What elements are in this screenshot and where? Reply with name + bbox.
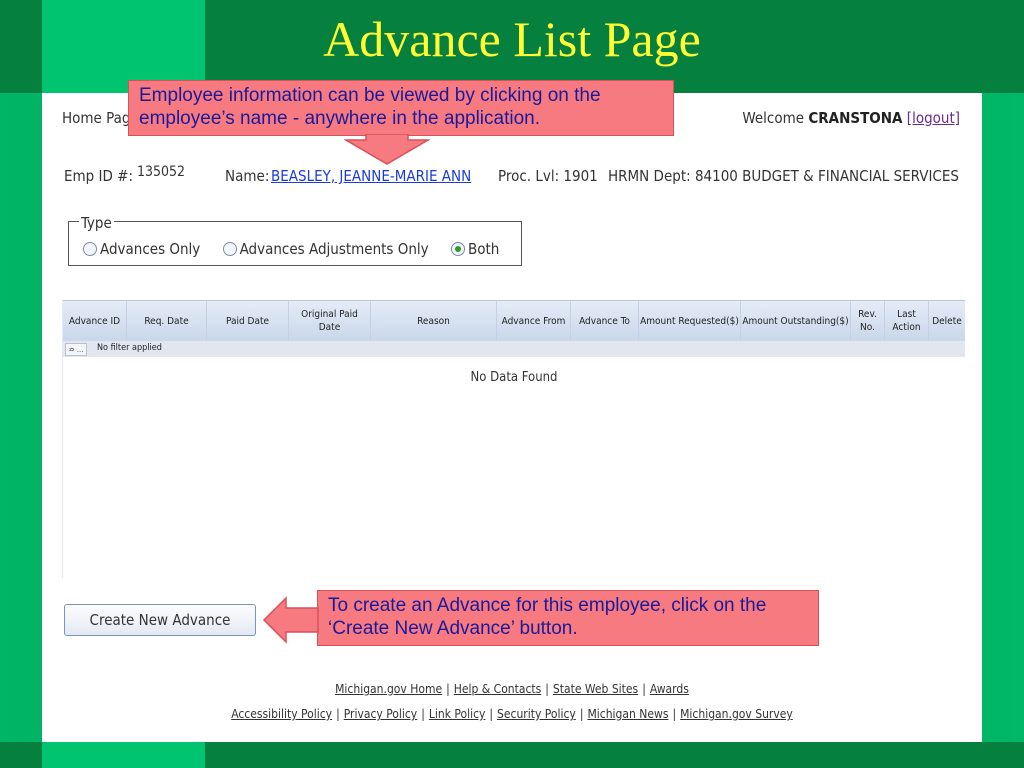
- callout-arrow-down-icon: [344, 134, 430, 165]
- radio-button-selected-icon[interactable]: [450, 242, 465, 256]
- hrmn-dept: HRMN Dept: 84100 BUDGET & FINANCIAL SERV…: [608, 167, 959, 185]
- filter-status: No filter applied: [97, 343, 162, 353]
- filter-icon[interactable]: ⇏ ...: [65, 343, 87, 356]
- slide-band-accent-bottom: [42, 742, 205, 768]
- footer-link-michigan-home[interactable]: Michigan.gov Home: [335, 682, 442, 696]
- column-header-amount-outstanding[interactable]: Amount Outstanding($): [741, 301, 851, 341]
- username: CRANSTONA: [808, 109, 903, 127]
- callout-arrow-left-icon: [262, 596, 319, 644]
- column-header-delete[interactable]: Delete: [929, 301, 965, 341]
- footer-link-accessibility[interactable]: Accessibility Policy: [231, 707, 332, 721]
- radio-advances-only[interactable]: Advances Only: [83, 240, 200, 258]
- footer-link-state-web-sites[interactable]: State Web Sites: [553, 682, 638, 696]
- proc-level: Proc. Lvl: 1901: [498, 167, 598, 185]
- logout-link[interactable]: [logout]: [907, 109, 960, 127]
- emp-id-label: Emp ID #:: [64, 167, 134, 185]
- column-header-amount-requested[interactable]: Amount Requested($): [639, 301, 741, 341]
- footer-link-privacy[interactable]: Privacy Policy: [344, 707, 418, 721]
- callout-create-advance: To create an Advance for this employee, …: [317, 590, 819, 646]
- column-header-advance-from[interactable]: Advance From: [497, 301, 571, 341]
- column-header-rev-no[interactable]: Rev. No.: [851, 301, 885, 341]
- footer-link-survey[interactable]: Michigan.gov Survey: [680, 707, 793, 721]
- welcome-text: Welcome: [742, 109, 805, 127]
- footer-links-row1: Michigan.gov Home | Help & Contacts | State …: [335, 682, 689, 696]
- type-radio-group: Advances Only Advances Adjustments Only …: [83, 240, 517, 260]
- footer-link-link-policy[interactable]: Link Policy: [429, 707, 486, 721]
- emp-id-value: 135052: [137, 164, 186, 180]
- radio-label: Advances Adjustments Only: [239, 240, 429, 258]
- column-header-paid-date[interactable]: Paid Date: [207, 301, 289, 341]
- welcome-block: Welcome CRANSTONA [logout]: [742, 109, 960, 127]
- grid-filter-row: ⇏ ... No filter applied: [63, 341, 965, 357]
- grid-header: Advance ID Req. Date Paid Date Original …: [63, 300, 965, 341]
- name-label: Name:: [225, 167, 270, 185]
- radio-label: Both: [467, 240, 500, 258]
- column-header-original-paid-date[interactable]: Original Paid Date: [289, 301, 371, 341]
- advances-grid: Advance ID Req. Date Paid Date Original …: [62, 300, 965, 578]
- create-new-advance-button[interactable]: Create New Advance: [64, 604, 256, 636]
- footer-link-awards[interactable]: Awards: [650, 682, 689, 696]
- column-header-advance-to[interactable]: Advance To: [571, 301, 639, 341]
- radio-both[interactable]: Both: [450, 240, 500, 258]
- footer-link-help-contacts[interactable]: Help & Contacts: [454, 682, 542, 696]
- radio-advances-adjustments-only[interactable]: Advances Adjustments Only: [222, 240, 429, 258]
- footer-link-michigan-news[interactable]: Michigan News: [587, 707, 668, 721]
- type-legend: Type: [79, 214, 114, 232]
- employee-name-link[interactable]: BEASLEY, JEANNE-MARIE ANN: [271, 167, 471, 185]
- slide-title: Advance List Page: [323, 11, 701, 67]
- radio-button-icon[interactable]: [83, 242, 97, 256]
- empty-grid-message: No Data Found: [470, 370, 558, 385]
- column-header-reason[interactable]: Reason: [371, 301, 497, 341]
- radio-button-icon[interactable]: [222, 242, 237, 256]
- footer-links-row2: Accessibility Policy | Privacy Policy | Link…: [231, 707, 793, 721]
- home-page-link[interactable]: Home Pag: [62, 109, 130, 127]
- type-fieldset: Type Advances Only Advances Adjustments …: [68, 214, 522, 266]
- column-header-last-action[interactable]: Last Action: [885, 301, 929, 341]
- callout-employee-info: Employee information can be viewed by cl…: [128, 80, 674, 136]
- column-header-advance-id[interactable]: Advance ID: [63, 301, 127, 341]
- radio-label: Advances Only: [100, 240, 201, 258]
- column-header-req-date[interactable]: Req. Date: [127, 301, 207, 341]
- footer-link-security[interactable]: Security Policy: [497, 707, 576, 721]
